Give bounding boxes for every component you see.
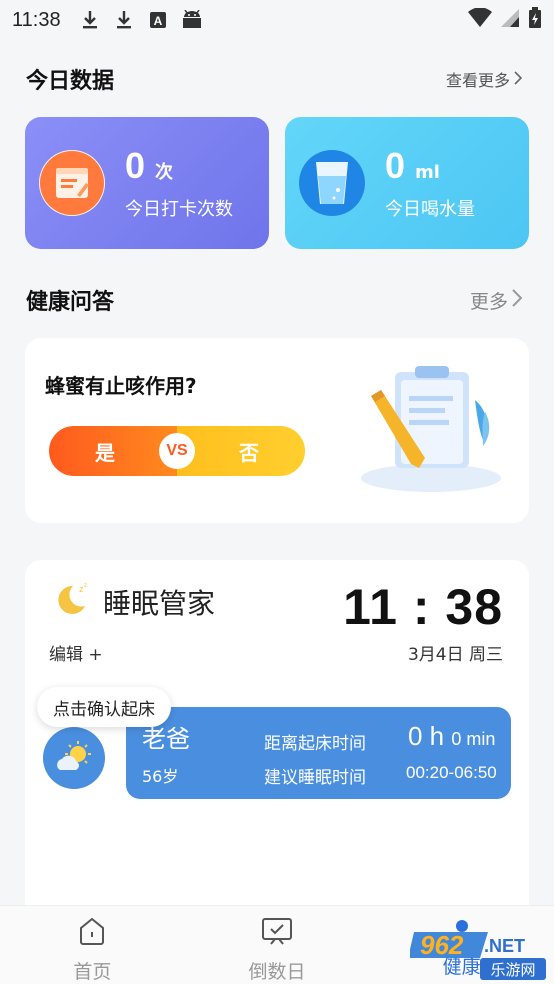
- status-right-group: [468, 6, 542, 34]
- vote-no-button[interactable]: 否: [177, 426, 305, 476]
- person-age: 56岁: [142, 767, 179, 786]
- health-qa-title: 健康问答: [26, 290, 115, 315]
- health-qa-card: 蜂蜜有止咳作用? 是 否 VS: [25, 338, 529, 523]
- watermark-logo: 962 .NET 乐游网: [408, 926, 548, 982]
- weather-icon[interactable]: [43, 727, 105, 789]
- checkin-texts: 0 次 今日打卡次数: [125, 145, 233, 221]
- water-label: 今日喝水量: [385, 199, 475, 220]
- moon-icon: z z: [51, 580, 91, 620]
- view-more-label: 查看更多: [445, 71, 510, 90]
- suggested-sleep-label: 建议睡眠时间: [264, 768, 366, 788]
- clipboard-pencil-icon: [357, 360, 517, 496]
- nav-item-countdown[interactable]: 倒数日: [185, 906, 370, 984]
- calendar-check-icon: [261, 916, 293, 951]
- confirm-wake-tooltip[interactable]: 点击确认起床: [37, 687, 171, 727]
- suggested-sleep-range: 00:20-06:50: [406, 763, 497, 782]
- wake-countdown-label: 距离起床时间: [264, 734, 366, 754]
- today-data-title: 今日数据: [26, 69, 115, 94]
- svg-text:z: z: [84, 583, 87, 589]
- calendar-note-icon: [39, 150, 105, 216]
- checkin-value: 0: [125, 145, 146, 186]
- edit-button[interactable]: 编辑 +: [49, 640, 103, 665]
- water-value-line: 0 ml: [385, 145, 475, 187]
- sleep-date: 3月4日 周三: [407, 645, 503, 665]
- chevron-right-icon: [514, 70, 523, 89]
- vs-badge: VS: [159, 433, 195, 469]
- svg-text:乐游网: 乐游网: [490, 961, 535, 979]
- battery-icon: [528, 6, 542, 34]
- wifi-icon: [468, 6, 492, 33]
- download-icon: [79, 9, 101, 31]
- checkin-value-line: 0 次: [125, 145, 233, 187]
- water-unit: ml: [415, 162, 440, 183]
- water-card[interactable]: 0 ml 今日喝水量: [285, 117, 529, 249]
- svg-text:962: 962: [420, 930, 464, 960]
- qa-more-label: 更多: [469, 290, 508, 313]
- today-data-header: 今日数据 查看更多: [26, 63, 523, 95]
- wake-minutes: 0 min: [451, 729, 496, 749]
- a-letter-icon: A: [147, 9, 169, 31]
- wake-countdown-value: 0 h 0 min: [408, 721, 495, 752]
- water-glass-icon: [299, 150, 365, 216]
- sleep-clock: 11 : 38: [343, 579, 503, 635]
- chevron-right-icon: [512, 288, 523, 312]
- qa-more-link[interactable]: 更多: [469, 287, 523, 314]
- checkin-label: 今日打卡次数: [125, 199, 233, 220]
- nav-label-countdown: 倒数日: [248, 961, 306, 983]
- nav-item-home[interactable]: 首页: [0, 906, 185, 984]
- qa-question: 蜂蜜有止咳作用?: [45, 374, 197, 398]
- water-texts: 0 ml 今日喝水量: [385, 145, 475, 221]
- android-icon: [181, 9, 203, 31]
- sleep-title: 睡眠管家: [103, 587, 216, 620]
- family-member-card[interactable]: 老爸 56岁 距离起床时间 0 h 0 min 建议睡眠时间 00:20-06:…: [126, 707, 511, 799]
- health-qa-header: 健康问答 更多: [26, 284, 523, 316]
- status-time: 11:38: [12, 8, 61, 31]
- svg-text:.NET: .NET: [484, 936, 525, 956]
- status-bar: 11:38 A: [0, 0, 554, 40]
- wake-hours: 0 h: [408, 721, 445, 751]
- home-icon: [77, 916, 107, 951]
- view-more-link[interactable]: 查看更多: [445, 67, 523, 91]
- nav-label-home: 首页: [73, 961, 112, 983]
- vote-yes-button[interactable]: 是: [49, 426, 177, 476]
- svg-text:A: A: [153, 14, 162, 28]
- download-icon: [113, 9, 135, 31]
- signal-icon: [500, 8, 520, 33]
- water-value: 0: [385, 145, 406, 186]
- vote-bar: 是 否 VS: [49, 426, 305, 476]
- sleep-manager-card: z z 睡眠管家 11 : 38 编辑 + 3月4日 周三 点击确认起床 老爸 …: [25, 560, 529, 920]
- checkin-card[interactable]: 0 次 今日打卡次数: [25, 117, 269, 249]
- checkin-unit: 次: [155, 162, 174, 183]
